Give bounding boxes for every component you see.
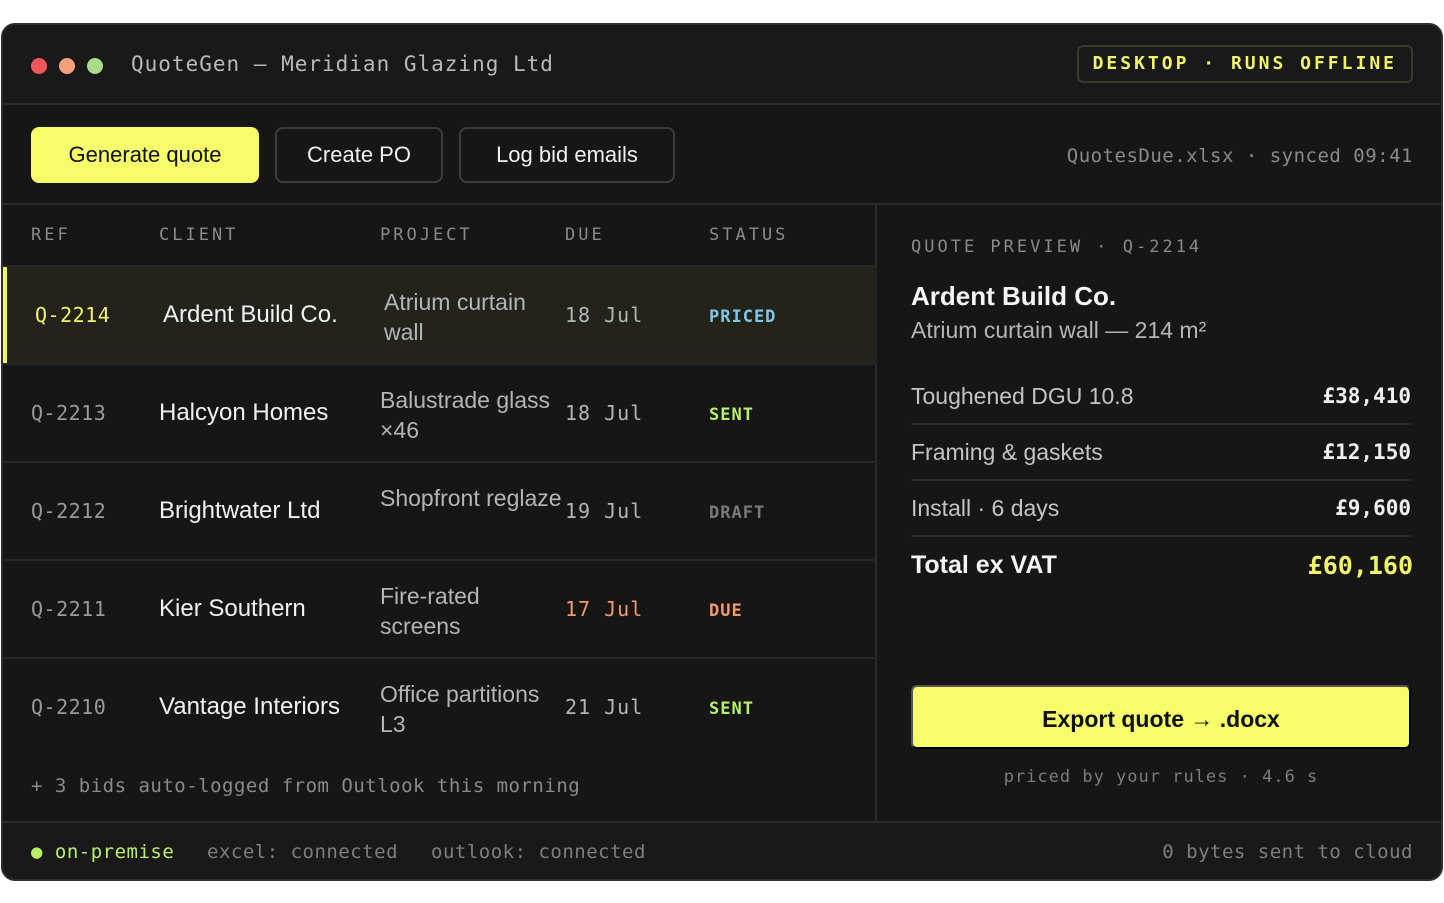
line-item-label: Toughened DGU 10.8: [911, 383, 1134, 409]
status-badge: PRICED: [709, 307, 777, 327]
row-project: Office partitions L3: [380, 681, 540, 737]
row-client: Halcyon Homes: [159, 399, 329, 426]
row-ref: Q-2210: [31, 695, 107, 719]
toolbar: Generate quote Create PO Log bid emails …: [3, 105, 1441, 205]
line-item-label: Install · 6 days: [911, 495, 1060, 521]
column-header-ref[interactable]: REF: [31, 225, 71, 245]
quote-preview-panel: QUOTE PREVIEW · Q-2214 Ardent Build Co. …: [879, 205, 1441, 821]
window-title: QuoteGen — Meridian Glazing Ltd: [131, 52, 554, 76]
pricing-note: priced by your rules · 4.6 s: [1003, 767, 1319, 787]
offline-mode-badge: DESKTOP · RUNS OFFLINE: [1076, 45, 1413, 83]
row-client: Brightwater Ltd: [159, 497, 321, 524]
log-bid-emails-button[interactable]: Log bid emails: [459, 127, 675, 183]
table-row[interactable]: Q-2211 Kier Southern Fire-rated screens 17 …: [3, 559, 877, 657]
preview-heading: QUOTE PREVIEW · Q-2214: [911, 237, 1203, 257]
row-due-date: 18 Jul: [565, 303, 644, 327]
row-client: Kier Southern: [159, 595, 306, 622]
line-item-amount: £12,150: [1322, 440, 1411, 464]
outlook-connection-status: outlook: connected: [431, 841, 646, 863]
line-item: Install · 6 days £9,600: [911, 481, 1411, 537]
create-po-button[interactable]: Create PO: [275, 127, 443, 183]
generate-quote-button[interactable]: Generate quote: [31, 127, 259, 183]
table-row[interactable]: Q-2214 Ardent Build Co. Atrium curtain wal…: [3, 265, 877, 363]
row-due-date: 19 Jul: [565, 499, 644, 523]
row-project: Atrium curtain wall: [384, 289, 526, 345]
table-row[interactable]: Q-2210 Vantage Interiors Office partitions…: [3, 657, 877, 755]
column-header-due[interactable]: DUE: [565, 225, 605, 245]
column-header-status[interactable]: STATUS: [709, 225, 788, 245]
row-project: Fire-rated screens: [380, 583, 480, 639]
line-item-amount: £38,410: [1322, 384, 1411, 408]
sync-status: QuotesDue.xlsx · synced 09:41: [1066, 145, 1413, 167]
row-due-date: 17 Jul: [565, 597, 644, 621]
preview-client: Ardent Build Co.: [911, 281, 1117, 311]
export-quote-button[interactable]: Export quote → .docx: [911, 685, 1411, 749]
row-due-date: 21 Jul: [565, 695, 644, 719]
row-project: Balustrade glass ×46: [380, 387, 551, 443]
excel-connection-status: excel: connected: [207, 841, 399, 863]
auto-log-note: + 3 bids auto-logged from Outlook this m…: [31, 775, 581, 797]
status-badge: DUE: [709, 601, 743, 621]
app-window: QuoteGen — Meridian Glazing Ltd DESKTOP …: [1, 23, 1443, 881]
cloud-usage-status: 0 bytes sent to cloud: [1162, 841, 1413, 863]
line-item-amount: £9,600: [1335, 496, 1411, 520]
status-badge: SENT: [709, 699, 754, 719]
maximize-window-button[interactable]: [87, 58, 103, 74]
row-due-date: 18 Jul: [565, 401, 644, 425]
preview-project: Atrium curtain wall — 214 m²: [911, 317, 1207, 343]
row-client: Ardent Build Co.: [163, 301, 338, 328]
row-project: Shopfront reglaze: [380, 485, 562, 511]
line-item: Framing & gaskets £12,150: [911, 425, 1411, 481]
row-ref: Q-2214: [35, 303, 111, 327]
status-badge: DRAFT: [709, 503, 766, 523]
row-ref: Q-2213: [31, 401, 107, 425]
line-item-label: Framing & gaskets: [911, 439, 1103, 465]
title-bar: QuoteGen — Meridian Glazing Ltd DESKTOP …: [3, 25, 1441, 105]
close-window-button[interactable]: [31, 58, 47, 74]
column-header-client[interactable]: CLIENT: [159, 225, 238, 245]
row-ref: Q-2212: [31, 499, 107, 523]
total-amount: £60,160: [1307, 551, 1413, 580]
table-row[interactable]: Q-2212 Brightwater Ltd Shopfront reglaze 19…: [3, 461, 877, 559]
table-header: REF CLIENT PROJECT DUE STATUS: [3, 205, 875, 265]
status-badge: SENT: [709, 405, 754, 425]
status-bar: ● on-premise excel: connected outlook: c…: [3, 821, 1441, 879]
row-client: Vantage Interiors: [159, 693, 340, 720]
minimize-window-button[interactable]: [59, 58, 75, 74]
table-row[interactable]: Q-2213 Halcyon Homes Balustrade glass ×46 1…: [3, 363, 877, 461]
line-item: Toughened DGU 10.8 £38,410: [911, 369, 1411, 425]
quotes-table: REF CLIENT PROJECT DUE STATUS Q-2214 Arde…: [3, 205, 877, 821]
row-ref: Q-2211: [31, 597, 107, 621]
column-header-project[interactable]: PROJECT: [380, 225, 473, 245]
total-label: Total ex VAT: [911, 551, 1057, 579]
on-premise-indicator: ● on-premise: [31, 841, 175, 863]
